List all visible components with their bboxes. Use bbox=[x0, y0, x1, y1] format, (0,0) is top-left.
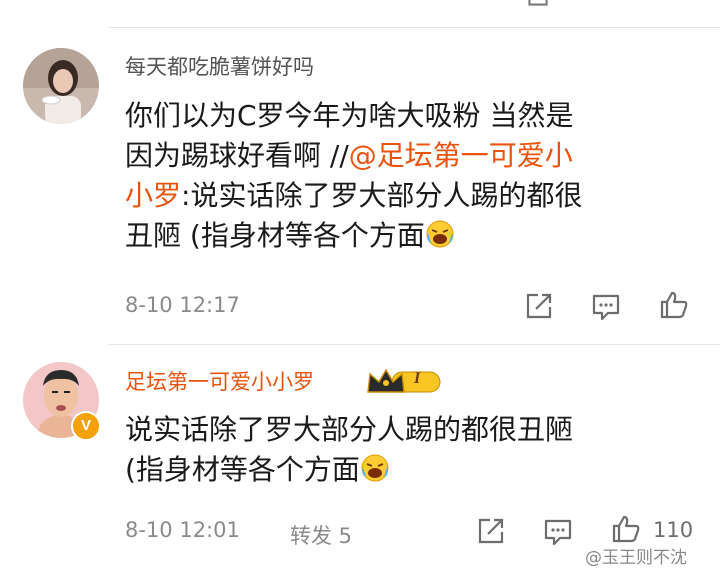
text-line: 丑陋 (指身材等各个方面 bbox=[125, 216, 705, 260]
like-icon[interactable] bbox=[611, 514, 641, 544]
share-icon[interactable] bbox=[524, 291, 554, 321]
text-segment: :说实话除了罗大部分人踢的都很 bbox=[181, 179, 583, 212]
username[interactable]: 每天都吃脆薯饼好吗 bbox=[125, 53, 314, 81]
mention-link[interactable]: @足坛第一可爱小 bbox=[349, 139, 573, 172]
text-line: 你们以为C罗今年为啥大吸粉 当然是 bbox=[125, 99, 574, 132]
text-segment: 丑陋 (指身材等各个方面 bbox=[125, 219, 425, 252]
timestamp: 8-10 12:01 bbox=[125, 518, 240, 542]
laugh-cry-emoji bbox=[425, 219, 455, 260]
comment-text: 你们以为C罗今年为啥大吸粉 当然是 因为踢球好看啊 //@足坛第一可爱小 小罗:… bbox=[125, 96, 705, 260]
comment-icon[interactable] bbox=[543, 517, 573, 547]
text-line: 因为踢球好看啊 //@足坛第一可爱小 bbox=[125, 136, 705, 176]
username[interactable]: 足坛第一可爱小小罗 bbox=[125, 368, 314, 396]
text-segment: 因为踢球好看啊 // bbox=[125, 139, 349, 172]
text-line: 说实话除了罗大部分人踢的都很丑陋 bbox=[125, 413, 574, 446]
share-icon[interactable] bbox=[526, 0, 550, 8]
mention-link-cont[interactable]: 小罗 bbox=[125, 179, 181, 212]
divider bbox=[108, 27, 720, 28]
text-line: (指身材等各个方面 bbox=[125, 450, 705, 494]
comment-icon[interactable] bbox=[592, 0, 616, 8]
comment-icon[interactable] bbox=[591, 292, 621, 322]
watermark: @玉王则不沈 bbox=[585, 548, 687, 568]
comment-text: 说实话除了罗大部分人踢的都很丑陋 (指身材等各个方面 bbox=[125, 410, 705, 494]
avatar[interactable] bbox=[23, 48, 99, 124]
like-count: 110 bbox=[653, 518, 694, 542]
divider bbox=[108, 344, 720, 345]
verified-badge: V bbox=[71, 411, 101, 441]
repost-count[interactable]: 转发 5 bbox=[290, 520, 352, 550]
previous-comment-sliver bbox=[0, 0, 720, 26]
laugh-cry-emoji bbox=[360, 453, 390, 494]
level-label: I bbox=[414, 370, 421, 387]
text-line: 小罗:说实话除了罗大部分人踢的都很 bbox=[125, 176, 705, 216]
like-icon[interactable] bbox=[659, 290, 689, 320]
text-segment: (指身材等各个方面 bbox=[125, 453, 360, 486]
vip-level-badge[interactable]: I bbox=[366, 366, 444, 396]
like-icon[interactable] bbox=[660, 0, 684, 8]
timestamp: 8-10 12:17 bbox=[125, 293, 240, 317]
share-icon[interactable] bbox=[476, 516, 506, 546]
